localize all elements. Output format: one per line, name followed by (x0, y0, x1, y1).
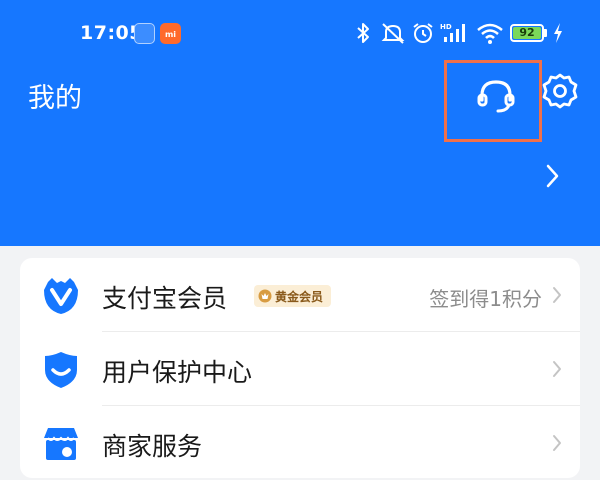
menu-card: 支付宝会员 黄金会员 签到得1积分 用户保护中心 商家服务 (20, 258, 580, 478)
battery-cap (544, 29, 547, 37)
menu-row-member[interactable]: 支付宝会员 黄金会员 签到得1积分 (20, 258, 580, 332)
menu-label-user-protection: 用户保护中心 (102, 358, 253, 387)
chevron-right-icon (552, 434, 562, 456)
mute-icon (380, 21, 406, 49)
customer-service-icon (476, 76, 516, 120)
svg-text:mi: mi (165, 30, 176, 39)
status-bar: 17:05 mi HD 92 (0, 0, 600, 66)
alarm-icon (411, 21, 435, 49)
crown-icon (258, 289, 272, 303)
store-icon (40, 422, 82, 468)
battery-level: 92 (513, 27, 541, 39)
menu-row-merchant-services[interactable]: 商家服务 (20, 406, 580, 480)
wifi-icon (476, 21, 504, 49)
chevron-right-icon[interactable] (546, 163, 560, 193)
sign-in-points-text: 签到得1积分 (429, 287, 542, 311)
chevron-right-icon (552, 286, 562, 308)
notification-app-icon (134, 23, 155, 44)
settings-icon[interactable] (541, 72, 579, 114)
profile-header: 17:05 mi HD 92 我的 (0, 0, 600, 246)
bluetooth-icon (354, 21, 372, 49)
menu-label-merchant-services: 商家服务 (102, 432, 203, 461)
notification-mi-icon: mi (160, 23, 181, 44)
svg-text:HD: HD (440, 23, 452, 31)
menu-label-member: 支付宝会员 (102, 284, 228, 313)
member-level-badge: 黄金会员 (254, 285, 332, 307)
charging-icon (552, 22, 564, 48)
member-icon (40, 274, 82, 320)
member-level-text: 黄金会员 (275, 289, 324, 304)
shield-icon (40, 348, 82, 394)
menu-row-user-protection[interactable]: 用户保护中心 (20, 332, 580, 406)
page-title: 我的 (28, 83, 82, 114)
battery-indicator: 92 (510, 24, 544, 42)
chevron-right-icon (552, 360, 562, 382)
customer-service-button[interactable] (444, 60, 542, 142)
signal-hd-icon: HD (440, 21, 470, 49)
